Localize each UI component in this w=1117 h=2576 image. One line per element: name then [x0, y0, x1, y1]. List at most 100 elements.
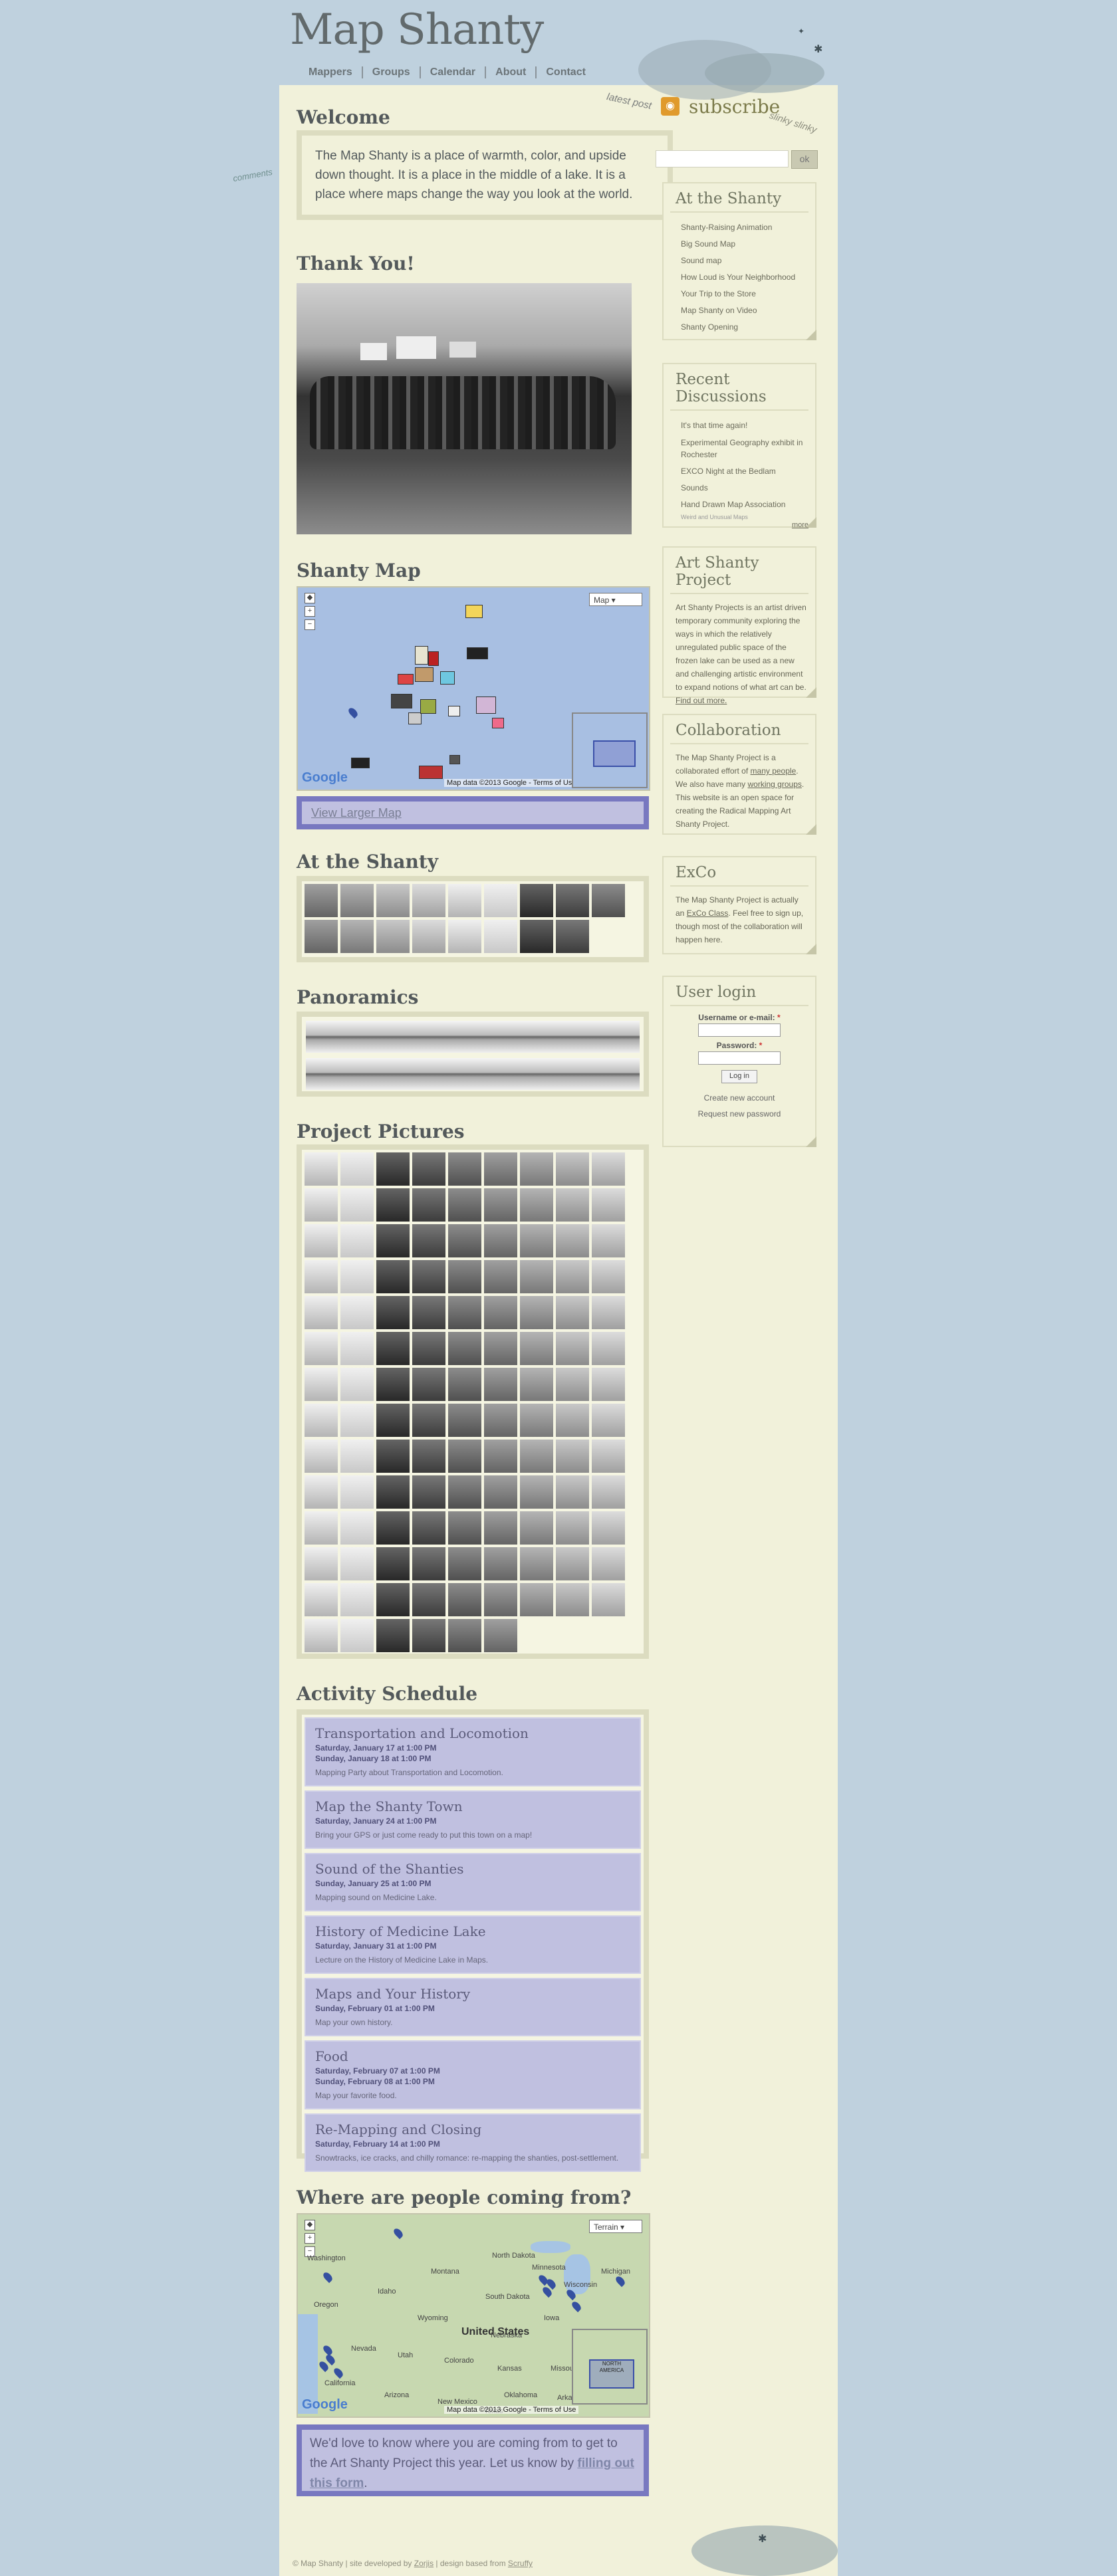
- overview-viewport[interactable]: [593, 740, 636, 767]
- photo-thumbnail[interactable]: [556, 1440, 589, 1473]
- event-title[interactable]: Food: [315, 2048, 630, 2064]
- photo-thumbnail[interactable]: [520, 1296, 553, 1329]
- photo-thumbnail[interactable]: [305, 1547, 338, 1580]
- shanty-marker[interactable]: [408, 712, 422, 724]
- nav-item-mappers[interactable]: Mappers: [299, 66, 362, 78]
- photo-thumbnail[interactable]: [412, 920, 445, 953]
- photo-thumbnail[interactable]: [484, 884, 517, 917]
- photo-thumbnail[interactable]: [520, 1224, 553, 1257]
- photo-thumbnail[interactable]: [556, 1332, 589, 1365]
- photo-thumbnail[interactable]: [412, 884, 445, 917]
- photo-thumbnail[interactable]: [520, 1332, 553, 1365]
- photo-thumbnail[interactable]: [376, 1296, 410, 1329]
- event-title[interactable]: Transportation and Locomotion: [315, 1725, 630, 1741]
- event-title[interactable]: Maps and Your History: [315, 1986, 630, 2002]
- photo-thumbnail[interactable]: [448, 1619, 481, 1652]
- photo-thumbnail[interactable]: [484, 1511, 517, 1545]
- photo-thumbnail[interactable]: [592, 1296, 625, 1329]
- shanty-marker[interactable]: [465, 605, 483, 618]
- photo-thumbnail[interactable]: [448, 1152, 481, 1186]
- shanty-marker[interactable]: [467, 647, 488, 659]
- photo-thumbnail[interactable]: [484, 1475, 517, 1509]
- photo-thumbnail[interactable]: [305, 1619, 338, 1652]
- photo-thumbnail[interactable]: [376, 1475, 410, 1509]
- photo-thumbnail[interactable]: [412, 1296, 445, 1329]
- photo-thumbnail[interactable]: [520, 1583, 553, 1616]
- photo-thumbnail[interactable]: [340, 1260, 374, 1293]
- photo-thumbnail[interactable]: [448, 1368, 481, 1401]
- photo-thumbnail[interactable]: [376, 1583, 410, 1616]
- discussion-link[interactable]: It's that time again!: [681, 417, 808, 434]
- photo-thumbnail[interactable]: [305, 1260, 338, 1293]
- photo-thumbnail[interactable]: [520, 884, 553, 917]
- discussion-link[interactable]: Weird and Unusual Maps: [681, 513, 808, 521]
- design-link[interactable]: Scruffy: [508, 2559, 533, 2568]
- photo-thumbnail[interactable]: [484, 920, 517, 953]
- map-pin-icon[interactable]: [332, 2366, 345, 2379]
- photo-thumbnail[interactable]: [484, 1440, 517, 1473]
- photo-thumbnail[interactable]: [592, 1404, 625, 1437]
- event-title[interactable]: Map the Shanty Town: [315, 1798, 630, 1814]
- sidebar-link[interactable]: Sound map: [681, 253, 808, 269]
- photo-thumbnail[interactable]: [340, 1332, 374, 1365]
- photo-thumbnail[interactable]: [305, 1475, 338, 1509]
- nav-item-contact[interactable]: Contact: [535, 66, 595, 78]
- photo-thumbnail[interactable]: [592, 1152, 625, 1186]
- request-password-link[interactable]: Request new password: [670, 1106, 808, 1122]
- photo-thumbnail[interactable]: [484, 1332, 517, 1365]
- photo-thumbnail[interactable]: [412, 1224, 445, 1257]
- photo-thumbnail[interactable]: [412, 1475, 445, 1509]
- photo-thumbnail[interactable]: [412, 1619, 445, 1652]
- photo-thumbnail[interactable]: [305, 920, 338, 953]
- panorama-image[interactable]: [306, 1058, 640, 1090]
- photo-thumbnail[interactable]: [484, 1547, 517, 1580]
- photo-thumbnail[interactable]: [340, 1152, 374, 1186]
- photo-thumbnail[interactable]: [376, 1404, 410, 1437]
- event-title[interactable]: Sound of the Shanties: [315, 1861, 630, 1877]
- photo-thumbnail[interactable]: [520, 1511, 553, 1545]
- map-type-select[interactable]: Map ▾: [589, 593, 642, 606]
- photo-thumbnail[interactable]: [376, 1511, 410, 1545]
- photo-thumbnail[interactable]: [376, 1547, 410, 1580]
- photo-thumbnail[interactable]: [556, 1547, 589, 1580]
- pan-icon[interactable]: ◆: [305, 593, 315, 603]
- photo-thumbnail[interactable]: [305, 1332, 338, 1365]
- photo-thumbnail[interactable]: [376, 1440, 410, 1473]
- photo-thumbnail[interactable]: [556, 884, 589, 917]
- photo-thumbnail[interactable]: [305, 1224, 338, 1257]
- map-attribution[interactable]: Map data ©2013 Google - Terms of Use: [444, 2406, 579, 2414]
- shanty-marker[interactable]: [428, 651, 439, 666]
- photo-thumbnail[interactable]: [448, 1188, 481, 1222]
- photo-thumbnail[interactable]: [412, 1440, 445, 1473]
- photo-thumbnail[interactable]: [556, 1404, 589, 1437]
- photo-thumbnail[interactable]: [556, 920, 589, 953]
- photo-thumbnail[interactable]: [448, 1332, 481, 1365]
- site-title[interactable]: Map Shanty: [290, 5, 544, 54]
- shanty-marker[interactable]: [391, 694, 412, 708]
- photo-thumbnail[interactable]: [448, 884, 481, 917]
- photo-thumbnail[interactable]: [340, 1583, 374, 1616]
- photo-thumbnail[interactable]: [340, 1440, 374, 1473]
- map-attribution[interactable]: Map data ©2013 Google - Terms of Use: [444, 779, 579, 787]
- shanty-marker[interactable]: [448, 706, 460, 716]
- photo-thumbnail[interactable]: [448, 1404, 481, 1437]
- photo-thumbnail[interactable]: [520, 920, 553, 953]
- photo-thumbnail[interactable]: [340, 1404, 374, 1437]
- photo-thumbnail[interactable]: [556, 1260, 589, 1293]
- photo-thumbnail[interactable]: [556, 1188, 589, 1222]
- photo-thumbnail[interactable]: [340, 1368, 374, 1401]
- photo-thumbnail[interactable]: [592, 1583, 625, 1616]
- photo-thumbnail[interactable]: [305, 1296, 338, 1329]
- photo-thumbnail[interactable]: [448, 1547, 481, 1580]
- event-title[interactable]: History of Medicine Lake: [315, 1923, 630, 1939]
- photo-thumbnail[interactable]: [556, 1583, 589, 1616]
- more-link[interactable]: more: [670, 521, 808, 529]
- photo-thumbnail[interactable]: [305, 1511, 338, 1545]
- photo-thumbnail[interactable]: [340, 1475, 374, 1509]
- photo-thumbnail[interactable]: [412, 1547, 445, 1580]
- overview-viewport[interactable]: NORTH AMERICA: [589, 2359, 634, 2389]
- discussion-link[interactable]: Experimental Geography exhibit in Roches…: [681, 437, 808, 461]
- photo-thumbnail[interactable]: [448, 1296, 481, 1329]
- photo-thumbnail[interactable]: [376, 1224, 410, 1257]
- photo-thumbnail[interactable]: [556, 1224, 589, 1257]
